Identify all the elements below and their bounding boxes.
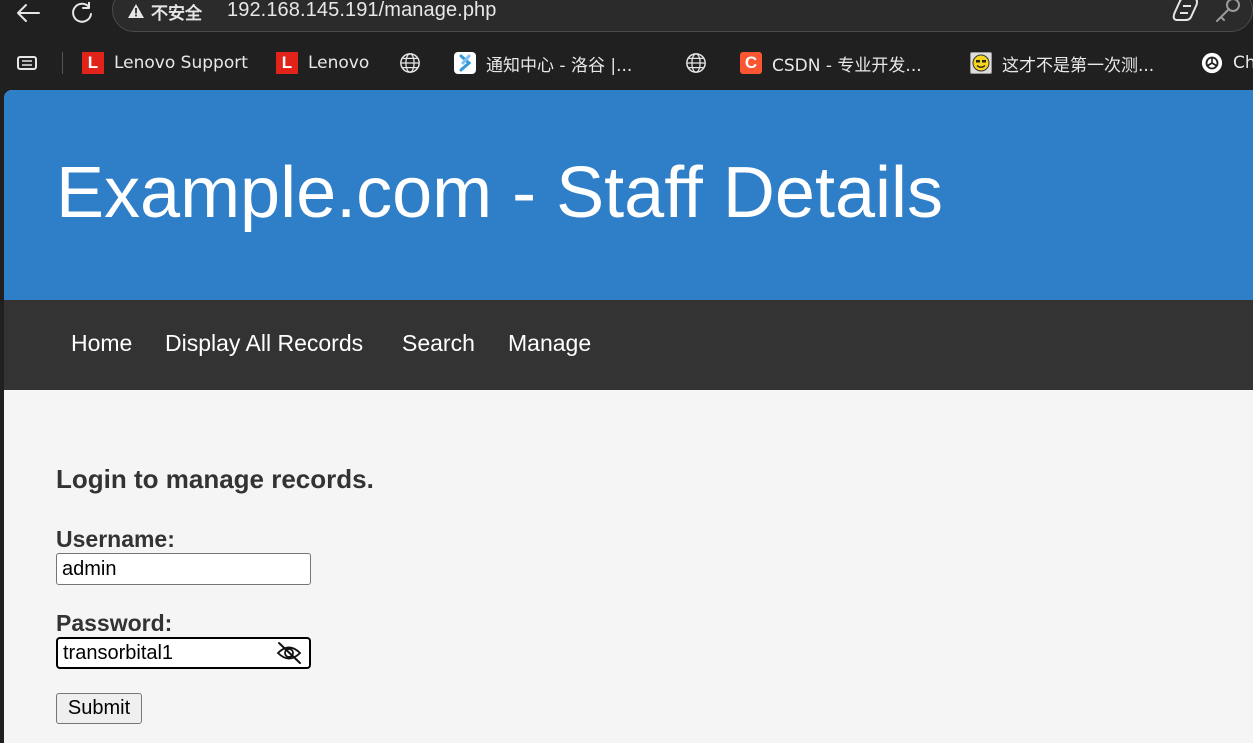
bookmark-label: 这才不是第一次测... xyxy=(1002,55,1155,76)
site-nav: Home Display All Records Search Manage xyxy=(4,300,1253,390)
bookmark-globe-1[interactable] xyxy=(399,50,431,76)
login-heading: Login to manage records. xyxy=(56,464,374,494)
nav-home[interactable]: Home xyxy=(71,330,132,357)
site-header: Example.com - Staff Details xyxy=(4,90,1253,300)
bookmark-luogu[interactable]: 通知中心 - 洛谷 |... xyxy=(454,50,632,76)
site-title: Example.com - Staff Details xyxy=(56,153,943,233)
url-text[interactable]: 192.168.145.191/manage.php xyxy=(227,0,497,21)
lenovo-favicon-icon: L xyxy=(82,52,104,74)
submit-button[interactable]: Submit xyxy=(56,693,142,724)
hide-password-eye-icon[interactable] xyxy=(274,640,304,666)
collections-icon[interactable] xyxy=(14,52,40,79)
bookmark-csdn[interactable]: C CSDN - 专业开发... xyxy=(740,50,922,76)
bookmark-lenovo-support[interactable]: L Lenovo Support xyxy=(82,50,248,76)
warning-triangle-icon xyxy=(128,4,144,18)
bookmark-label: Ch xyxy=(1233,53,1253,73)
bookmark-chatgpt[interactable]: Ch xyxy=(1201,50,1253,76)
username-field[interactable] xyxy=(56,553,311,585)
bookmark-label: CSDN - 专业开发... xyxy=(772,55,922,76)
bookmark-separator xyxy=(62,52,63,74)
page-viewport: Example.com - Staff Details Home Display… xyxy=(4,90,1253,743)
luogu-favicon-icon xyxy=(454,52,476,74)
reload-icon[interactable] xyxy=(67,0,97,26)
bookmark-label: Lenovo xyxy=(308,53,370,73)
bookmark-label: 通知中心 - 洛谷 |... xyxy=(486,55,633,76)
nav-manage[interactable]: Manage xyxy=(508,330,591,357)
bookmark-lenovo[interactable]: L Lenovo xyxy=(276,50,369,76)
bookmark-globe-2[interactable] xyxy=(685,50,717,76)
smiley-favicon-icon xyxy=(970,52,992,74)
nav-search[interactable]: Search xyxy=(402,330,475,357)
globe-icon xyxy=(685,52,707,74)
nav-display-all-records[interactable]: Display All Records xyxy=(165,330,363,357)
password-label: Password: xyxy=(56,610,173,636)
globe-icon xyxy=(399,52,421,74)
security-label: 不安全 xyxy=(151,3,202,24)
security-indicator[interactable]: 不安全 xyxy=(127,0,202,24)
key-icon[interactable] xyxy=(1214,0,1242,22)
username-label: Username: xyxy=(56,526,175,552)
address-row: 不安全 192.168.145.191/manage.php xyxy=(0,0,1253,36)
bookmark-label: Lenovo Support xyxy=(114,53,248,73)
copilot-icon[interactable] xyxy=(1171,0,1201,22)
chatgpt-icon xyxy=(1201,52,1223,74)
back-arrow-icon[interactable] xyxy=(13,0,43,26)
password-field[interactable] xyxy=(56,637,311,669)
csdn-favicon-icon: C xyxy=(740,52,762,74)
bookmark-smiley[interactable]: 这才不是第一次测... xyxy=(970,50,1154,76)
lenovo-favicon-icon: L xyxy=(276,52,298,74)
browser-chrome: 不安全 192.168.145.191/manage.php L Lenovo … xyxy=(0,0,1253,90)
